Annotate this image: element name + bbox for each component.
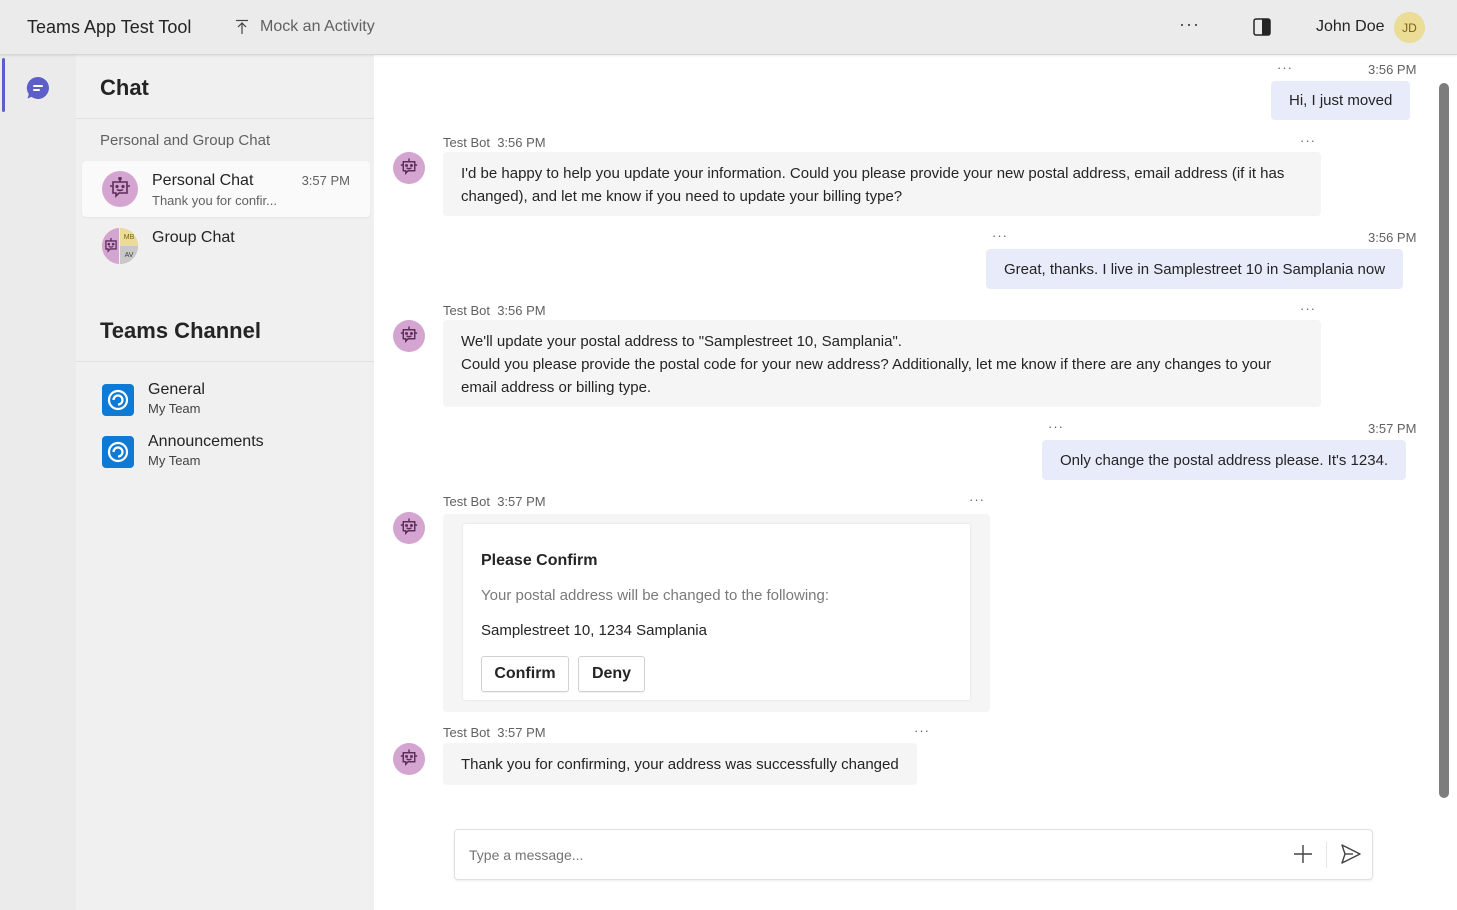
user-avatar[interactable]: JD	[1394, 12, 1425, 43]
chat-name: Group Chat	[152, 229, 235, 246]
top-bar: Teams App Test Tool Mock an Activity ···…	[0, 0, 1457, 55]
outgoing-message: Hi, I just moved	[1271, 81, 1411, 120]
mock-activity-button[interactable]: Mock an Activity	[234, 18, 375, 36]
divider	[76, 118, 374, 119]
sender-name: Test Bot	[443, 725, 490, 740]
adaptive-card: Please Confirm Your postal address will …	[463, 524, 970, 700]
sender-name: Test Bot	[443, 303, 490, 318]
team-channel-icon	[102, 384, 134, 416]
card-title: Please Confirm	[481, 552, 598, 569]
team-channel-icon	[102, 436, 134, 468]
mock-activity-label: Mock an Activity	[260, 18, 375, 35]
deny-button[interactable]: Deny	[578, 656, 645, 692]
adaptive-card-message: Please Confirm Your postal address will …	[443, 514, 990, 712]
chat-item-group[interactable]: MB AV Group Chat	[82, 218, 370, 274]
member-initials: AV	[120, 246, 138, 264]
message-sender-time: Test Bot 3:56 PM	[443, 135, 546, 150]
bot-avatar	[102, 171, 138, 207]
channels-title: Teams Channel	[100, 318, 261, 343]
bot-avatar	[393, 743, 425, 775]
message-time: 3:56 PM	[497, 135, 546, 150]
bot-avatar	[393, 512, 425, 544]
message-text: Hi, I just moved	[1289, 92, 1393, 109]
message-text: I'd be happy to help you update your inf…	[461, 165, 1285, 205]
message-text: Only change the postal address please. I…	[1060, 451, 1389, 469]
bot-avatar	[393, 152, 425, 184]
app-title: Teams App Test Tool	[27, 17, 192, 37]
message-sender-time: Test Bot 3:56 PM	[443, 303, 546, 318]
group-avatar: MB AV	[102, 228, 138, 264]
chat-name: Personal Chat	[152, 172, 254, 189]
message-sender-time: Test Bot 3:57 PM	[443, 494, 546, 509]
channel-name: Announcements	[148, 433, 264, 450]
channel-team: My Team	[148, 453, 201, 468]
message-time: 3:57 PM	[497, 494, 546, 509]
confirm-button[interactable]: Confirm	[481, 656, 569, 692]
outgoing-message: Only change the postal address please. I…	[1042, 440, 1407, 480]
bot-icon	[400, 158, 418, 176]
app-rail	[0, 55, 76, 910]
sidebar-title: Chat	[100, 75, 149, 100]
sender-name: Test Bot	[443, 494, 490, 509]
outgoing-message: Great, thanks. I live in Samplestreet 10…	[986, 249, 1404, 289]
scrollbar[interactable]	[1439, 83, 1449, 798]
message-text-line: Could you please provide the postal code…	[461, 356, 1272, 396]
message-text-line: We'll update your postal address to "Sam…	[461, 333, 902, 350]
message-more-icon[interactable]: ···	[1300, 301, 1316, 316]
message-time: 3:57 PM	[497, 725, 546, 740]
bot-icon	[400, 518, 418, 536]
divider	[76, 361, 374, 362]
more-options-icon[interactable]: ···	[1179, 14, 1200, 35]
card-address: Samplestreet 10, 1234 Samplania	[481, 622, 707, 639]
sender-name: Test Bot	[443, 135, 490, 150]
bot-icon	[110, 177, 130, 198]
message-composer	[454, 829, 1373, 880]
plus-icon[interactable]	[1291, 842, 1315, 866]
message-more-icon[interactable]: ···	[1300, 133, 1316, 148]
chat-sidebar: Chat Personal and Group Chat Personal Ch…	[76, 55, 374, 910]
message-more-icon[interactable]: ···	[969, 492, 985, 507]
channel-team: My Team	[148, 401, 201, 416]
bot-icon	[105, 238, 117, 253]
message-more-icon[interactable]: ···	[914, 723, 930, 738]
side-panel-icon[interactable]	[1253, 18, 1271, 36]
message-sender-time: Test Bot 3:57 PM	[443, 725, 546, 740]
chat-icon[interactable]	[25, 75, 51, 101]
card-subtitle: Your postal address will be changed to t…	[481, 587, 830, 604]
message-input[interactable]	[469, 843, 1269, 867]
chat-time: 3:57 PM	[301, 173, 350, 188]
bot-avatar-quadrant	[102, 228, 120, 264]
channel-item-announcements[interactable]: Announcements My Team	[100, 433, 360, 473]
upload-arrow-icon	[236, 19, 248, 34]
message-text: Thank you for confirming, your address w…	[461, 755, 899, 773]
channel-item-general[interactable]: General My Team	[100, 381, 360, 421]
user-name: John Doe	[1316, 18, 1385, 35]
message-text: Great, thanks. I live in Samplestreet 10…	[1004, 260, 1386, 278]
message-time: 3:56 PM	[1368, 230, 1417, 245]
incoming-message: Thank you for confirming, your address w…	[443, 743, 917, 785]
message-more-icon[interactable]: ···	[1277, 60, 1293, 75]
incoming-message: I'd be happy to help you update your inf…	[443, 152, 1321, 216]
incoming-message: We'll update your postal address to "Sam…	[443, 320, 1321, 407]
message-more-icon[interactable]: ···	[1048, 419, 1064, 434]
rail-active-indicator	[2, 58, 5, 112]
message-time: 3:56 PM	[497, 303, 546, 318]
message-more-icon[interactable]: ···	[992, 228, 1008, 243]
chat-preview: Thank you for confir...	[152, 193, 278, 208]
channel-name: General	[148, 381, 205, 398]
section-label: Personal and Group Chat	[100, 132, 271, 149]
chat-item-personal[interactable]: Personal Chat 3:57 PM Thank you for conf…	[82, 161, 370, 217]
divider	[1326, 842, 1327, 868]
bot-icon	[400, 326, 418, 344]
message-time: 3:56 PM	[1368, 62, 1417, 77]
member-initials: MB	[120, 228, 138, 246]
bot-icon	[400, 749, 418, 767]
send-icon[interactable]	[1340, 843, 1362, 865]
message-time: 3:57 PM	[1368, 421, 1417, 436]
bot-avatar	[393, 320, 425, 352]
